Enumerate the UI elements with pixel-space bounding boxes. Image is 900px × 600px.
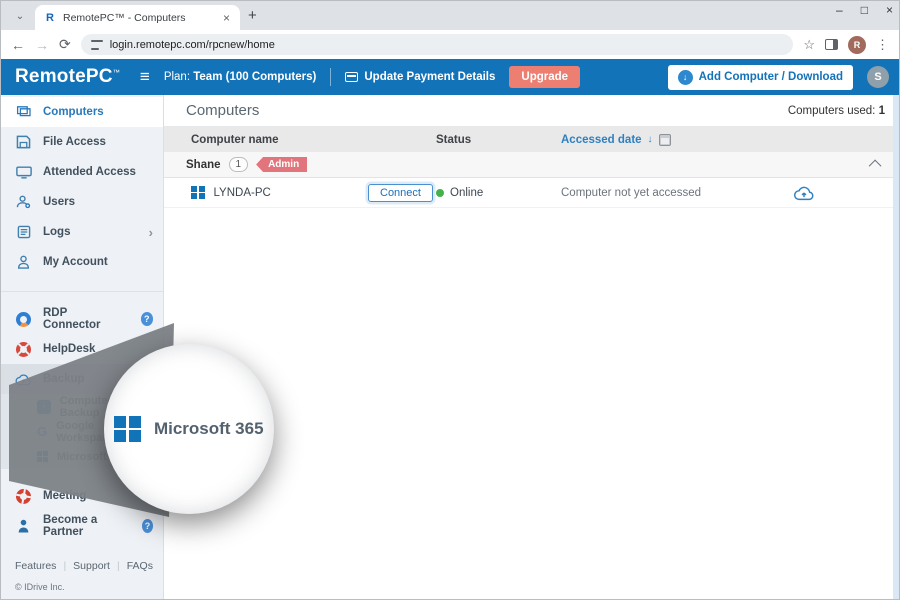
toolbar-actions: ☆ R ⋮ [803,36,889,54]
file-access-icon [15,135,32,149]
group-row-shane[interactable]: Shane 1 Admin [164,152,899,178]
windows-os-icon [191,186,205,200]
sidebar-item-become-a-partner[interactable]: Become a Partner ? [1,511,163,541]
page-title-row: Computers Computers used: 1 [164,95,899,127]
computer-name: LYNDA-PC [214,187,271,199]
my-account-icon [15,255,32,269]
meeting-icon [15,489,32,504]
plan-info: Plan: Team (100 Computers) [164,71,317,83]
admin-badge: Admin [256,157,307,172]
sidebar-item-users[interactable]: Users [1,187,163,217]
status-text: Online [450,187,483,199]
footer-link-faqs[interactable]: FAQs [127,560,153,572]
microsoft-365-zoom-icon [114,416,141,443]
tab-title: RemotePC™ - Computers [63,12,215,24]
helpdesk-icon [15,342,32,357]
online-status-icon [436,189,444,197]
computer-row-lynda-pc[interactable]: LYNDA-PC Connect Online Computer not yet… [164,178,899,208]
users-icon [15,195,32,209]
site-settings-icon[interactable] [91,40,103,50]
magnifier-label: Microsoft 365 [154,419,264,439]
hamburger-menu-icon[interactable]: ≡ [140,67,150,87]
window-minimize-button[interactable]: – [836,3,843,17]
update-payment-link[interactable]: Update Payment Details [345,71,495,83]
sort-descending-icon: ↓ [648,134,653,145]
tab-close-icon[interactable]: × [221,11,232,25]
attended-access-icon [15,166,32,179]
partner-help-icon[interactable]: ? [142,519,153,533]
footer-link-features[interactable]: Features [15,560,56,572]
window-close-button[interactable]: × [886,3,893,17]
window-controls: – □ × [836,3,893,17]
browser-profile-avatar[interactable]: R [848,36,866,54]
remotepc-window: ⌄ R RemotePC™ - Computers × + – □ × ← → … [0,0,900,600]
window-maximize-button[interactable]: □ [861,3,868,17]
browser-tab[interactable]: R RemotePC™ - Computers × [35,5,240,30]
upgrade-button[interactable]: Upgrade [509,66,580,88]
sidebar-item-file-access[interactable]: File Access [1,127,163,157]
sidebar-item-my-account[interactable]: My Account [1,247,163,277]
forward-button[interactable]: → [35,37,49,53]
bookmark-star-icon[interactable]: ☆ [803,37,815,53]
computers-icon [15,105,32,119]
column-computer-name: Computer name [191,134,436,146]
group-count-badge: 1 [229,157,249,172]
remotepc-logo: RemotePC™ [15,66,120,88]
sidebar-item-computers[interactable]: Computers [1,97,163,127]
page-title: Computers [186,102,259,119]
add-computer-button[interactable]: ↓ Add Computer / Download [668,65,853,90]
computers-used: Computers used: 1 [788,105,885,117]
magnifier-bubble: Microsoft 365 [104,344,274,514]
group-name: Shane [186,159,221,171]
reload-button[interactable]: ⟳ [59,36,71,53]
table-header: Computer name Status Accessed date ↓ [164,127,899,152]
logs-expand-chevron-icon[interactable]: › [149,225,153,240]
sidebar-divider [1,291,163,292]
browser-toolbar: ← → ⟳ login.remotepc.com/rpcnew/home ☆ R… [1,30,899,59]
header-divider [330,68,331,86]
calendar-filter-icon[interactable] [659,134,671,146]
footer-link-support[interactable]: Support [73,560,110,572]
account-avatar[interactable]: S [867,66,889,88]
cloud-backup-icon[interactable] [784,185,824,201]
browser-tab-strip: ⌄ R RemotePC™ - Computers × + – □ × [1,1,899,30]
main-content: Computers Computers used: 1 Computer nam… [164,95,899,600]
collapse-group-chevron-icon[interactable] [869,160,882,173]
sidebar-footer: Features | Support | FAQs © IDrive Inc. [1,550,163,600]
credit-card-icon [345,72,358,82]
address-bar[interactable]: login.remotepc.com/rpcnew/home [81,34,794,55]
sidebar-item-rdp-connector[interactable]: RDP Connector ? [1,304,163,334]
rdp-connector-icon [15,312,32,327]
column-accessed-date[interactable]: Accessed date ↓ [561,134,671,146]
url-text: login.remotepc.com/rpcnew/home [110,39,275,51]
app-header: RemotePC™ ≡ Plan: Team (100 Computers) U… [1,59,899,95]
scroll-edge-strip [893,95,899,600]
connect-button[interactable]: Connect [368,184,433,202]
remotepc-favicon-icon: R [43,11,57,25]
partner-icon [15,519,32,533]
new-tab-button[interactable]: + [248,7,257,24]
back-button[interactable]: ← [11,37,25,53]
tab-search-button[interactable]: ⌄ [11,7,29,25]
copyright: © IDrive Inc. [1,578,163,592]
download-icon: ↓ [678,70,693,85]
logs-icon [15,225,32,239]
trademark: ™ [113,70,120,77]
accessed-date-text: Computer not yet accessed [561,187,784,199]
column-status: Status [436,134,561,146]
rdp-help-icon[interactable]: ? [141,312,153,326]
sidebar-item-logs[interactable]: Logs › [1,217,163,247]
side-panel-icon[interactable] [825,39,838,50]
sidebar-item-attended-access[interactable]: Attended Access [1,157,163,187]
browser-menu-icon[interactable]: ⋮ [876,37,889,53]
